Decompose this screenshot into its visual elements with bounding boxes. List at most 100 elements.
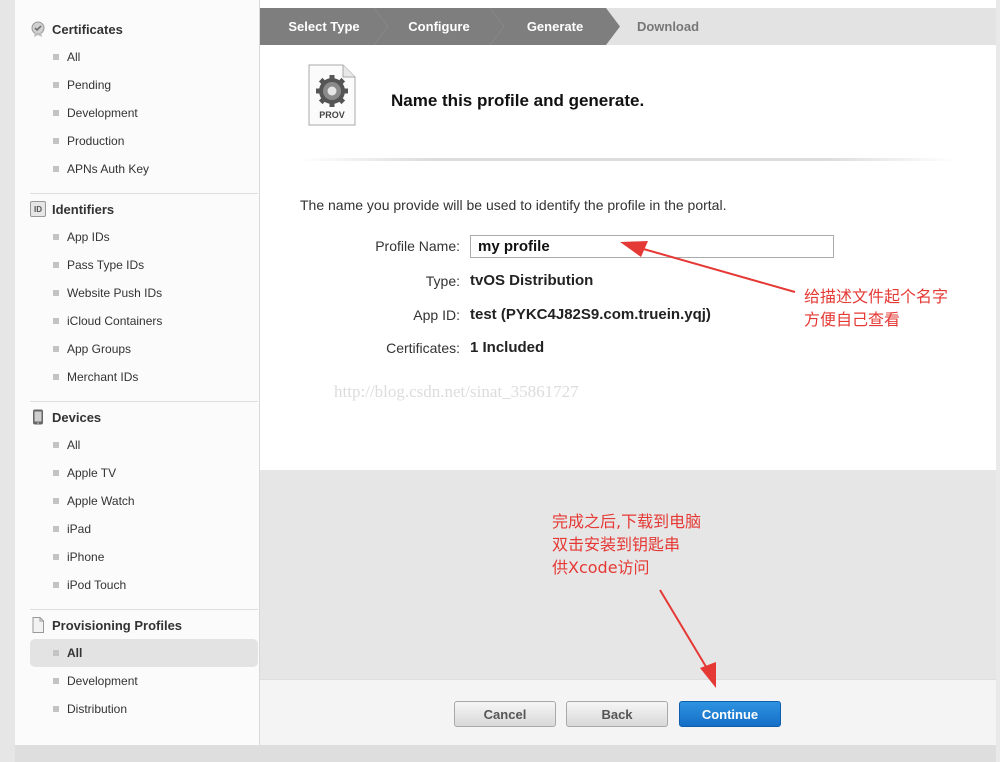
- app-id-label: App ID:: [413, 307, 460, 323]
- sidebar-item-certificates-all[interactable]: All: [30, 43, 258, 71]
- annotation-line: 完成之后,下载到电脑: [552, 512, 702, 531]
- bullet-icon: [53, 374, 59, 380]
- profile-name-input[interactable]: [470, 235, 834, 258]
- sidebar-item-icloud-containers[interactable]: iCloud Containers: [30, 307, 258, 335]
- certificates-label: Certificates:: [386, 340, 460, 356]
- phone-icon: [33, 409, 43, 425]
- cancel-button[interactable]: Cancel: [454, 701, 556, 727]
- sidebar-item-profiles-development[interactable]: Development: [30, 667, 258, 695]
- sidebar-item-certificates-production[interactable]: Production: [30, 127, 258, 155]
- sidebar-item-label: All: [67, 646, 83, 660]
- bullet-icon: [53, 582, 59, 588]
- sidebar-item-devices-all[interactable]: All: [30, 431, 258, 459]
- sidebar-item-ipod-touch[interactable]: iPod Touch: [30, 571, 258, 599]
- annotation-line: 供Xcode访问: [552, 558, 650, 577]
- annotation-line: 方便自己查看: [804, 310, 901, 329]
- bullet-icon: [53, 678, 59, 684]
- bullet-icon: [53, 138, 59, 144]
- sidebar-item-certificates-pending[interactable]: Pending: [30, 71, 258, 99]
- section-separator: [300, 158, 956, 161]
- certificates-value: 1 Included: [470, 339, 545, 356]
- bullet-icon: [53, 650, 59, 656]
- sidebar-item-app-ids[interactable]: App IDs: [30, 223, 258, 251]
- sidebar-item-label: Merchant IDs: [67, 370, 139, 384]
- sidebar-divider: [30, 609, 258, 610]
- annotation-download-note: 完成之后,下载到电脑 双击安装到钥匙串 供Xcode访问: [552, 510, 701, 579]
- bullet-icon: [53, 498, 59, 504]
- sidebar-item-merchant-ids[interactable]: Merchant IDs: [30, 363, 258, 391]
- continue-button[interactable]: Continue: [679, 701, 781, 727]
- sidebar-item-website-push-ids[interactable]: Website Push IDs: [30, 279, 258, 307]
- profile-name-label: Profile Name:: [375, 238, 460, 254]
- sidebar-item-label: Development: [67, 106, 138, 120]
- sidebar-heading-certificates[interactable]: Certificates: [30, 15, 258, 43]
- bullet-icon: [53, 290, 59, 296]
- sidebar-item-ipad[interactable]: iPad: [30, 515, 258, 543]
- prov-icon-label: PROV: [319, 110, 345, 120]
- sidebar-item-label: All: [67, 50, 81, 64]
- bullet-icon: [53, 166, 59, 172]
- step-configure: Configure: [374, 8, 504, 45]
- sidebar-heading-provisioning[interactable]: Provisioning Profiles: [30, 611, 258, 639]
- sidebar-item-label: Distribution: [67, 702, 128, 716]
- sidebar-item-iphone[interactable]: iPhone: [30, 543, 258, 571]
- document-icon: [32, 617, 44, 633]
- sidebar-item-app-groups[interactable]: App Groups: [30, 335, 258, 363]
- sidebar-heading-devices[interactable]: Devices: [30, 403, 258, 431]
- sidebar-item-pass-type-ids[interactable]: Pass Type IDs: [30, 251, 258, 279]
- bullet-icon: [53, 470, 59, 476]
- sidebar-item-label: Production: [67, 134, 125, 148]
- main-content: Select Type Configure Generate Download: [260, 0, 996, 745]
- sidebar-heading-label: Certificates: [52, 22, 123, 37]
- sidebar-divider: [30, 193, 258, 194]
- sidebar-item-label: Website Push IDs: [67, 286, 163, 300]
- sidebar-item-label: iPod Touch: [67, 578, 127, 592]
- watermark: http://blog.csdn.net/sinat_35861727: [334, 382, 579, 401]
- id-icon: ID: [30, 201, 46, 217]
- sidebar-heading-label: Provisioning Profiles: [52, 618, 183, 633]
- certificate-icon: [31, 21, 45, 37]
- profile-description: The name you provide will be used to ide…: [300, 197, 727, 213]
- bullet-icon: [53, 262, 59, 268]
- bullet-icon: [53, 82, 59, 88]
- sidebar-divider: [30, 401, 258, 402]
- sidebar-item-certificates-development[interactable]: Development: [30, 99, 258, 127]
- type-value: tvOS Distribution: [470, 272, 594, 289]
- provisioning-profile-icon: PROV: [308, 64, 356, 126]
- app-id-value: test (PYKC4J82S9.com.truein.yqj): [470, 306, 711, 323]
- sidebar-item-label: Pass Type IDs: [67, 258, 145, 272]
- sidebar-item-label: iPad: [67, 522, 92, 536]
- sidebar-heading-identifiers[interactable]: ID Identifiers: [30, 195, 258, 223]
- sidebar-item-label: App IDs: [67, 230, 110, 244]
- bullet-icon: [53, 526, 59, 532]
- sidebar-item-label: Pending: [67, 78, 112, 92]
- sidebar-item-profiles-distribution[interactable]: Distribution: [30, 695, 258, 723]
- bullet-icon: [53, 706, 59, 712]
- sidebar-heading-label: Identifiers: [52, 202, 115, 217]
- step-select-type: Select Type: [260, 8, 388, 45]
- back-button[interactable]: Back: [566, 701, 668, 727]
- sidebar: Certificates All Pending Development Pro…: [15, 0, 260, 745]
- bullet-icon: [53, 234, 59, 240]
- field-row-certificates: Certificates: 1 Included: [260, 336, 996, 360]
- outer-left-gutter: [0, 0, 15, 762]
- sidebar-item-label: All: [67, 438, 81, 452]
- annotation-name-note: 给描述文件起个名字 方便自己查看: [804, 285, 948, 331]
- sidebar-item-apple-watch[interactable]: Apple Watch: [30, 487, 258, 515]
- sidebar-item-certificates-apns[interactable]: APNs Auth Key: [30, 155, 258, 183]
- step-download: Download: [636, 19, 700, 34]
- bullet-icon: [53, 442, 59, 448]
- wizard-steps: Select Type Configure Generate Download: [260, 8, 996, 45]
- sidebar-item-profiles-all[interactable]: All: [30, 639, 258, 667]
- type-label: Type:: [425, 273, 460, 289]
- sidebar-item-label: iPhone: [67, 550, 105, 564]
- bullet-icon: [53, 110, 59, 116]
- sidebar-item-apple-tv[interactable]: Apple TV: [30, 459, 258, 487]
- button-bar: Cancel Back Continue: [260, 679, 996, 745]
- bullet-icon: [53, 346, 59, 352]
- bullet-icon: [53, 54, 59, 60]
- step-generate: Generate: [490, 8, 620, 45]
- sidebar-item-label: APNs Auth Key: [67, 162, 150, 176]
- sidebar-item-label: iCloud Containers: [67, 314, 163, 328]
- page-heading: Name this profile and generate.: [391, 91, 645, 110]
